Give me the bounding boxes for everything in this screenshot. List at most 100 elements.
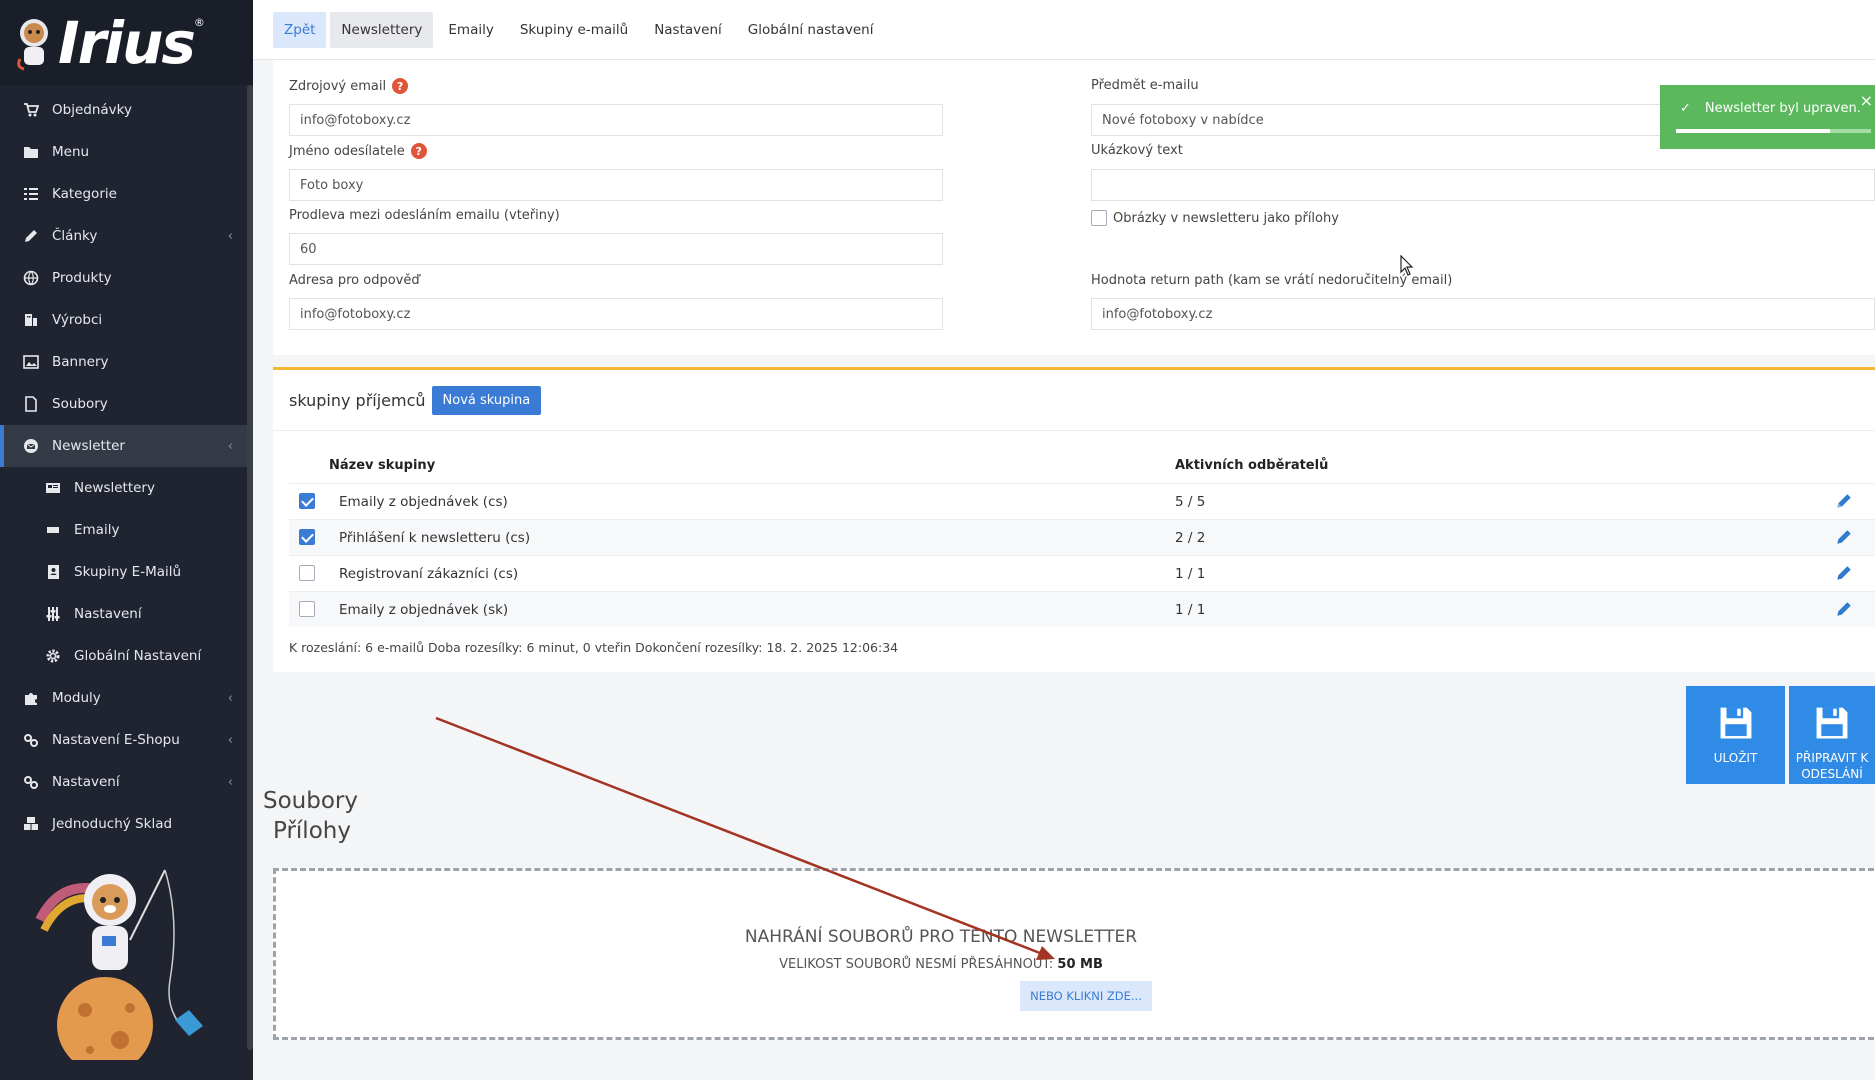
sidebar-item-moduly[interactable]: Moduly ‹ bbox=[0, 677, 253, 719]
astronaut-logo-icon bbox=[17, 18, 48, 70]
sidebar-item-nastaveni-e-shopu[interactable]: Nastavení E-Shopu ‹ bbox=[0, 719, 253, 761]
source-email-field[interactable]: info@fotoboxy.cz bbox=[289, 104, 943, 136]
sidebar-item-label: Newsletter bbox=[52, 438, 125, 454]
table-row: Emaily z objednávek (cs) 5 / 5 bbox=[289, 483, 1875, 519]
label-text: Zdrojový email bbox=[289, 78, 387, 94]
dropzone-size-limit: VELIKOST SOUBORŮ NESMÍ PŘESÁHNOUT: 50 MB bbox=[276, 957, 1606, 972]
sidebar-item-newslettery[interactable]: Newslettery bbox=[0, 467, 253, 509]
tab-skupiny-e-mailu[interactable]: Skupiny e-mailů bbox=[509, 12, 639, 48]
preview-text-field[interactable] bbox=[1091, 169, 1875, 201]
table-row: Přihlášení k newsletteru (cs) 2 / 2 bbox=[289, 519, 1875, 555]
sidebar-nav: Objednávky Menu Kategorie Články ‹ Produ… bbox=[0, 89, 253, 845]
chevron-left-icon: ‹ bbox=[227, 228, 233, 244]
sender-name-field[interactable]: Foto boxy bbox=[289, 169, 943, 201]
brand-logo[interactable]: Irius ® bbox=[0, 0, 253, 85]
sidebar-item-jednoduchy-sklad[interactable]: Jednoduchý Sklad bbox=[0, 803, 253, 845]
sidebar-item-produkty[interactable]: Produkty bbox=[0, 257, 253, 299]
edit-pencil-icon[interactable] bbox=[1835, 564, 1853, 582]
close-icon[interactable]: × bbox=[1860, 91, 1873, 110]
edit-pencil-icon[interactable] bbox=[1835, 600, 1853, 618]
column-header-active: Aktivních odběratelů bbox=[1175, 458, 1329, 473]
return-path-label: Hodnota return path (kam se vrátí nedoru… bbox=[1091, 273, 1453, 288]
delay-field[interactable]: 60 bbox=[289, 233, 943, 265]
sidebar-item-emaily[interactable]: Emaily bbox=[0, 509, 253, 551]
table-row: Registrovaní zákazníci (cs) 1 / 1 bbox=[289, 555, 1875, 591]
images-attachments-option: Obrázky v newsletteru jako přílohy bbox=[1091, 210, 1339, 226]
help-icon[interactable]: ? bbox=[410, 143, 427, 159]
check-icon: ✓ bbox=[1680, 101, 1691, 116]
group-name: Přihlášení k newsletteru (cs) bbox=[339, 530, 531, 546]
folder-icon bbox=[22, 143, 40, 161]
return-path-field[interactable]: info@fotoboxy.cz bbox=[1091, 298, 1875, 330]
tab-newslettery[interactable]: Newslettery bbox=[330, 11, 434, 48]
save-button[interactable]: ULOŽIT bbox=[1686, 686, 1785, 784]
sidebar-item-soubory[interactable]: Soubory bbox=[0, 383, 253, 425]
success-toast: ✓ Newsletter byl upraven. × bbox=[1660, 85, 1875, 149]
registered-mark: ® bbox=[193, 16, 205, 29]
sidebar-item-label: Výrobci bbox=[52, 312, 103, 328]
sidebar-item-label: Menu bbox=[52, 144, 90, 160]
toast-progress-fill bbox=[1676, 129, 1831, 133]
file-dropzone[interactable]: NAHRÁNÍ SOUBORŮ PRO TENTO NEWSLETTER VEL… bbox=[273, 868, 1875, 1040]
tab-emaily[interactable]: Emaily bbox=[437, 12, 504, 48]
sidebar-item-label: Skupiny E-Mailů bbox=[74, 564, 182, 580]
sidebar-item-label: Newslettery bbox=[74, 480, 155, 496]
globe-icon bbox=[22, 269, 40, 287]
building-icon bbox=[22, 311, 40, 329]
sidebar-item-label: Bannery bbox=[52, 354, 109, 370]
sidebar-item-skupiny-e-mailu[interactable]: Skupiny E-Mailů bbox=[0, 551, 253, 593]
chevron-left-icon: ‹ bbox=[227, 690, 233, 706]
sidebar-item-label: Emaily bbox=[74, 522, 120, 538]
edit-pencil-icon[interactable] bbox=[1835, 528, 1853, 546]
tab-globalni-nastaveni[interactable]: Globální nastavení bbox=[737, 12, 885, 48]
images-attachments-checkbox[interactable] bbox=[1091, 210, 1107, 226]
help-icon[interactable]: ? bbox=[392, 78, 409, 94]
sender-name-label: Jméno odesílatele ? bbox=[289, 143, 427, 159]
reply-to-field[interactable]: info@fotoboxy.cz bbox=[289, 298, 943, 330]
envelope-small-icon bbox=[44, 521, 62, 539]
dropzone-title: NAHRÁNÍ SOUBORŮ PRO TENTO NEWSLETTER bbox=[744, 927, 1138, 947]
group-checkbox[interactable] bbox=[299, 493, 315, 509]
newspaper-icon bbox=[44, 479, 62, 497]
group-name: Emaily z objednávek (sk) bbox=[339, 602, 509, 618]
sidebar-item-kategorie[interactable]: Kategorie bbox=[0, 173, 253, 215]
image-icon bbox=[22, 353, 40, 371]
groups-title: skupiny příjemců bbox=[289, 391, 426, 410]
sidebar-item-label: Nastavení E-Shopu bbox=[52, 732, 180, 748]
tab-nastaveni[interactable]: Nastavení bbox=[643, 12, 733, 48]
prepare-send-button[interactable]: PŘIPRAVIT K ODESLÁNÍ bbox=[1789, 686, 1875, 784]
save-label: ULOŽIT bbox=[1713, 751, 1758, 765]
new-group-button[interactable]: Nová skupina bbox=[431, 386, 542, 415]
sliders-icon bbox=[44, 605, 62, 623]
sidebar-item-nastaveni-newsletter[interactable]: Nastavení bbox=[0, 593, 253, 635]
sidebar-item-menu[interactable]: Menu bbox=[0, 131, 253, 173]
edit-pencil-icon[interactable] bbox=[1835, 492, 1853, 510]
tab-back[interactable]: Zpět bbox=[273, 11, 327, 48]
cart-icon bbox=[22, 101, 40, 119]
mouse-cursor-icon bbox=[1400, 255, 1414, 276]
gear-icon bbox=[44, 647, 62, 665]
logo-text: Irius bbox=[58, 8, 196, 77]
sidebar-item-label: Jednoduchý Sklad bbox=[52, 816, 173, 832]
sidebar-item-vyrobci[interactable]: Výrobci bbox=[0, 299, 253, 341]
sidebar-item-bannery[interactable]: Bannery bbox=[0, 341, 253, 383]
label-text: Obrázky v newsletteru jako přílohy bbox=[1113, 210, 1339, 226]
send-summary: K rozeslání: 6 e-mailů Doba rozesílky: 6… bbox=[289, 640, 899, 655]
floppy-disk-icon bbox=[1720, 707, 1751, 739]
sidebar-item-newsletter[interactable]: Newsletter ‹ bbox=[0, 425, 253, 467]
sidebar-item-nastaveni[interactable]: Nastavení ‹ bbox=[0, 761, 253, 803]
sidebar-item-objednavky[interactable]: Objednávky bbox=[0, 89, 253, 131]
group-checkbox[interactable] bbox=[299, 601, 315, 617]
puzzle-icon bbox=[22, 689, 40, 707]
sidebar-item-clanky[interactable]: Články ‹ bbox=[0, 215, 253, 257]
prepare-label-line2: ODESLÁNÍ bbox=[1801, 766, 1863, 781]
sidebar-item-globalni-nastaveni[interactable]: Globální Nastavení bbox=[0, 635, 253, 677]
group-checkbox[interactable] bbox=[299, 529, 315, 545]
sidebar-scrollbar[interactable] bbox=[247, 85, 253, 1050]
astronaut-dog-illustration bbox=[35, 869, 203, 1060]
cogs-icon bbox=[22, 773, 40, 791]
browse-files-button[interactable]: NEBO KLIKNI ZDE... bbox=[1020, 981, 1152, 1011]
sidebar-item-label: Články bbox=[52, 228, 98, 244]
chevron-left-icon: ‹ bbox=[227, 732, 233, 748]
group-checkbox[interactable] bbox=[299, 565, 315, 581]
